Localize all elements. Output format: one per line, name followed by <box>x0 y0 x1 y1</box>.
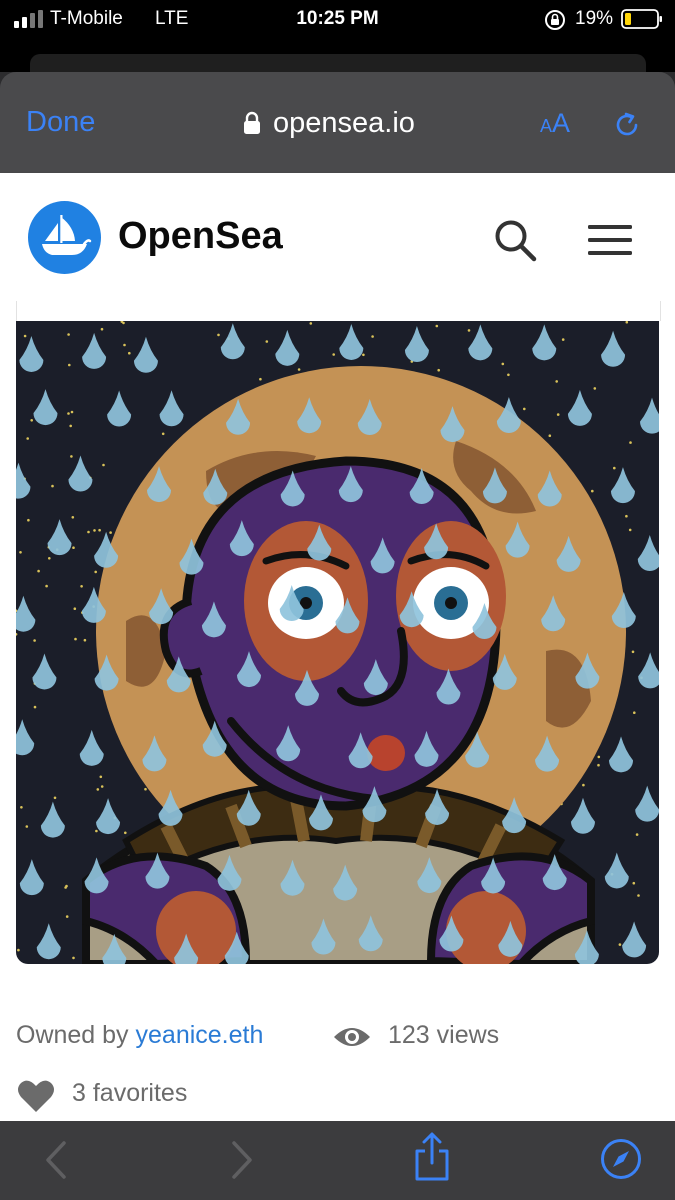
hamburger-menu-icon[interactable] <box>586 223 634 257</box>
share-icon[interactable] <box>413 1131 451 1183</box>
text-size-large-glyph: A <box>552 108 571 138</box>
card-border <box>16 301 661 321</box>
reload-icon[interactable] <box>612 110 642 140</box>
browser-top-bar: Done opensea.io AA <box>0 72 675 173</box>
owner-link[interactable]: yeanice.eth <box>136 1021 264 1049</box>
text-size-button[interactable]: AA <box>540 108 570 139</box>
heart-icon[interactable] <box>17 1079 55 1113</box>
forward-arrow-icon[interactable] <box>230 1139 256 1181</box>
compass-icon[interactable] <box>600 1138 642 1180</box>
lock-icon <box>244 111 260 134</box>
text-size-small-glyph: A <box>540 116 553 136</box>
address-bar[interactable]: opensea.io <box>243 105 415 141</box>
search-icon[interactable] <box>492 217 538 263</box>
clock: 10:25 PM <box>296 8 379 29</box>
url-text: opensea.io <box>273 106 415 139</box>
rotation-lock-icon <box>545 10 565 30</box>
ownership-info: Owned by yeanice.eth <box>16 1021 263 1050</box>
battery-icon <box>621 9 662 29</box>
favorites-count[interactable]: 3 favorites <box>72 1079 187 1108</box>
background-tab-strip <box>0 40 675 94</box>
nft-artwork[interactable] <box>16 321 659 964</box>
opensea-logo-icon[interactable] <box>28 201 101 274</box>
battery-percentage: 19% <box>575 8 614 29</box>
brand-name[interactable]: OpenSea <box>118 215 283 258</box>
done-button[interactable]: Done <box>26 106 95 139</box>
nft-detail-page: Owned by yeanice.eth 123 views 3 favorit… <box>0 301 675 1121</box>
owned-by-label: Owned by <box>16 1021 129 1049</box>
back-arrow-icon[interactable] <box>42 1139 68 1181</box>
site-header: OpenSea <box>0 173 675 301</box>
status-bar: T-Mobile LTE 10:25 PM 19% <box>0 0 675 40</box>
eye-icon <box>334 1028 370 1046</box>
browser-bottom-toolbar <box>0 1121 675 1200</box>
view-count: 123 views <box>388 1021 500 1049</box>
